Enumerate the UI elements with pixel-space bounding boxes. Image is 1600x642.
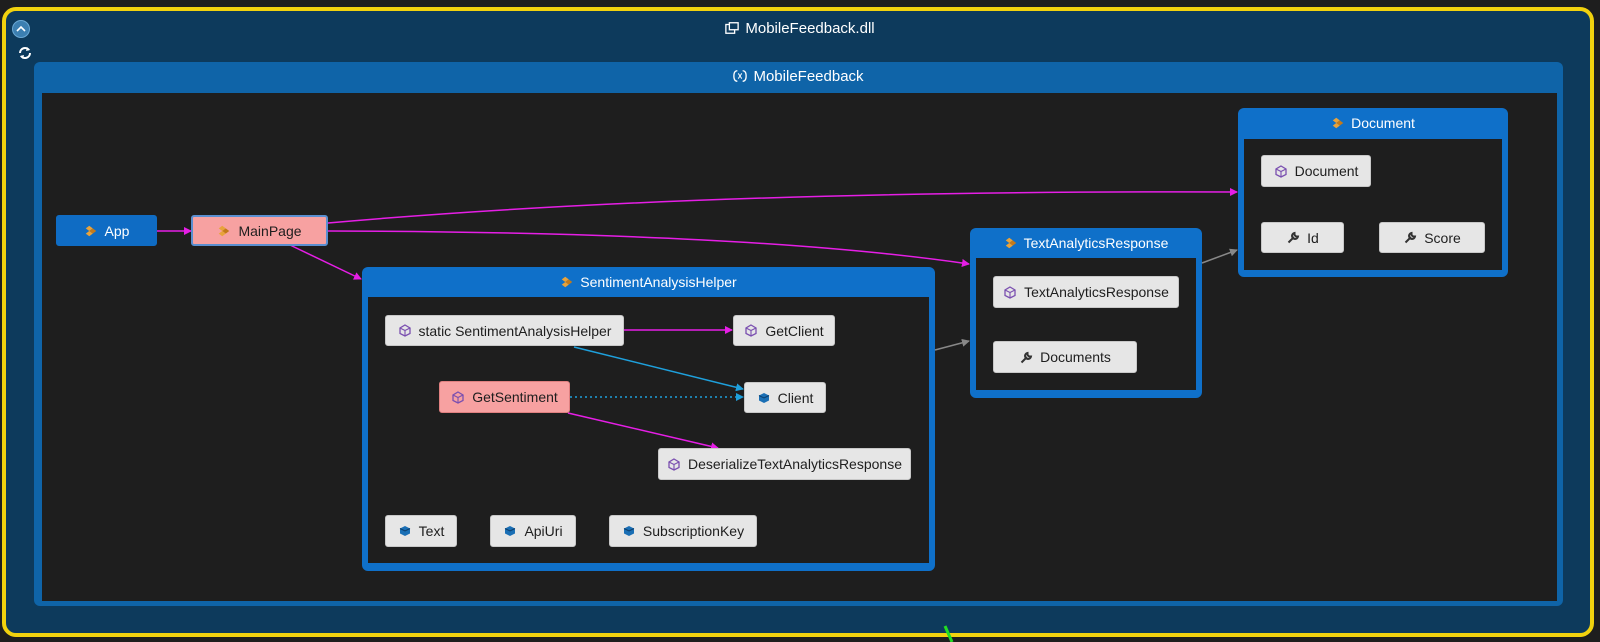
member-documents[interactable]: Documents <box>993 341 1137 373</box>
member-label: DeserializeTextAnalyticsResponse <box>688 456 902 472</box>
assembly-icon <box>725 21 740 35</box>
sentiment-group-title-text: SentimentAnalysisHelper <box>580 274 737 290</box>
wrench-icon <box>1019 350 1033 364</box>
method-icon <box>1003 285 1017 299</box>
method-icon <box>744 324 758 338</box>
member-label: Text <box>418 523 445 539</box>
text-analytics-group-title-text: TextAnalyticsResponse <box>1023 235 1169 251</box>
assembly-title-text: MobileFeedback.dll <box>745 19 875 37</box>
node-mainpage[interactable]: MainPage <box>191 215 328 246</box>
document-group-title-text: Document <box>1351 115 1415 131</box>
chevron-up-icon <box>16 25 26 32</box>
member-getclient[interactable]: GetClient <box>733 315 835 346</box>
wrench-icon <box>1286 231 1300 245</box>
member-label: Documents <box>1040 349 1111 365</box>
method-icon <box>451 390 465 404</box>
member-client[interactable]: Client <box>744 382 826 413</box>
field-icon <box>503 524 517 538</box>
namespace-icon <box>733 69 748 83</box>
class-icon <box>1004 236 1018 250</box>
node-app[interactable]: App <box>56 215 157 246</box>
member-label: SubscriptionKey <box>642 523 745 539</box>
sentiment-group-title: SentimentAnalysisHelper <box>362 272 935 292</box>
member-text[interactable]: Text <box>385 515 457 547</box>
member-score[interactable]: Score <box>1379 222 1485 253</box>
assembly-title: MobileFeedback.dll <box>0 17 1600 39</box>
collapse-button[interactable] <box>12 20 30 38</box>
member-label: static SentimentAnalysisHelper <box>418 322 612 339</box>
refresh-button[interactable] <box>16 44 34 62</box>
text-analytics-group-title: TextAnalyticsResponse <box>970 233 1202 253</box>
member-id[interactable]: Id <box>1261 222 1344 253</box>
member-label: Id <box>1307 229 1319 246</box>
member-getsentiment[interactable]: GetSentiment <box>439 381 570 413</box>
document-group-title: Document <box>1238 113 1508 133</box>
member-label: Score <box>1424 229 1461 246</box>
class-icon <box>217 224 231 238</box>
node-app-label: App <box>104 222 130 239</box>
member-label: TextAnalyticsResponse <box>1024 284 1169 300</box>
member-subscriptionkey[interactable]: SubscriptionKey <box>609 515 757 547</box>
method-icon <box>1274 164 1288 178</box>
method-icon <box>667 457 681 471</box>
namespace-title-text: MobileFeedback <box>753 67 864 85</box>
member-label: ApiUri <box>524 523 563 539</box>
member-label: Client <box>777 389 814 406</box>
wrench-icon <box>1403 231 1417 245</box>
member-label: GetSentiment <box>472 389 558 405</box>
member-label: Document <box>1294 163 1359 179</box>
member-deserialize[interactable]: DeserializeTextAnalyticsResponse <box>658 448 911 480</box>
class-icon <box>560 275 574 289</box>
refresh-icon <box>19 47 31 59</box>
namespace-title: MobileFeedback <box>34 66 1563 86</box>
class-icon <box>1331 116 1345 130</box>
member-label: GetClient <box>765 322 824 339</box>
class-icon <box>84 224 98 238</box>
member-document-ctor[interactable]: Document <box>1261 155 1371 187</box>
member-apiuri[interactable]: ApiUri <box>490 515 576 547</box>
member-static-ctor[interactable]: static SentimentAnalysisHelper <box>385 315 624 346</box>
field-icon <box>622 524 636 538</box>
method-icon <box>398 324 412 338</box>
node-mainpage-label: MainPage <box>238 222 302 239</box>
member-textanalyticsresponse-ctor[interactable]: TextAnalyticsResponse <box>993 276 1179 308</box>
field-icon <box>757 391 771 405</box>
field-icon <box>398 524 412 538</box>
